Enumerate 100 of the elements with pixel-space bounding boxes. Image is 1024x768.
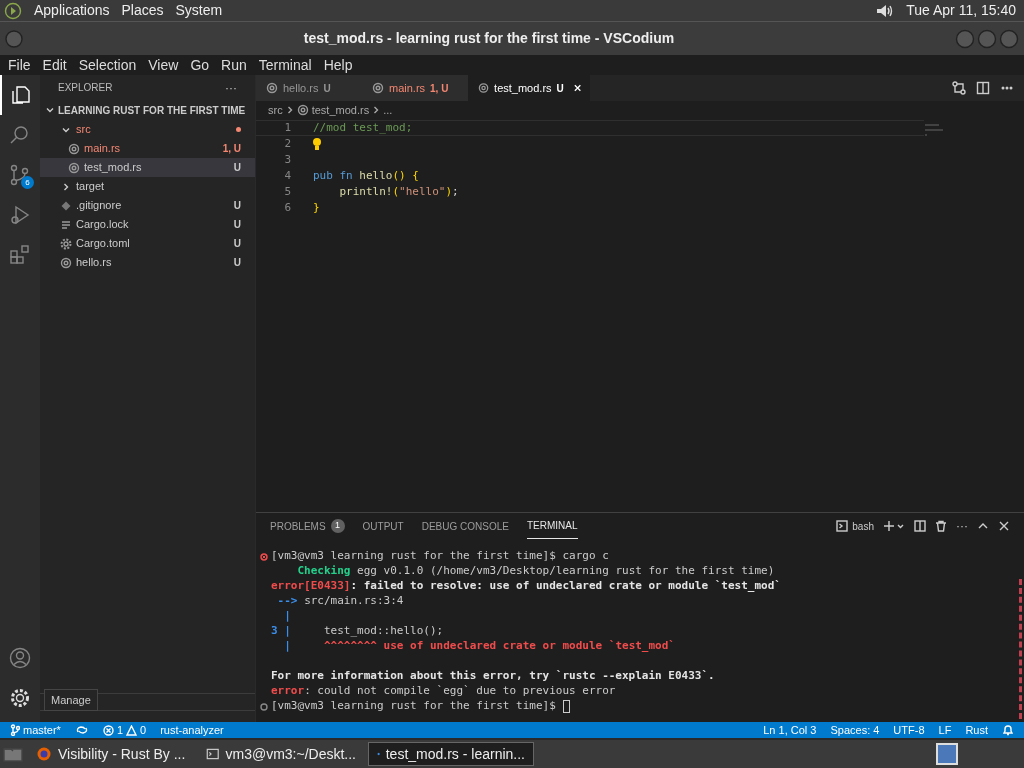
menu-item[interactable]: Terminal bbox=[258, 54, 312, 76]
file-icon bbox=[68, 142, 80, 155]
menu-item[interactable]: Edit bbox=[42, 54, 67, 76]
breadcrumb-item[interactable]: ... bbox=[383, 101, 393, 119]
split-editor-icon[interactable] bbox=[976, 81, 990, 95]
compare-changes-icon[interactable] bbox=[952, 81, 966, 95]
taskbar-button[interactable]: test_mod.rs - learnin... bbox=[368, 742, 534, 766]
folder-header[interactable]: LEARNING RUST FOR THE FIRST TIME bbox=[58, 102, 246, 118]
code-line: pub fn hello() { bbox=[313, 167, 419, 184]
terminal-line: | bbox=[283, 608, 291, 625]
branch-indicator[interactable]: master* bbox=[10, 721, 61, 739]
panel-menu[interactable]: Applications bbox=[34, 0, 110, 21]
status-item[interactable]: Rust bbox=[965, 721, 988, 739]
editor-tab[interactable]: test_mod.rs U bbox=[468, 75, 590, 101]
file-icon bbox=[60, 256, 72, 269]
more-actions-button[interactable]: ··· bbox=[225, 78, 237, 97]
account-icon[interactable] bbox=[9, 647, 31, 669]
lightbulb-icon[interactable] bbox=[313, 138, 321, 150]
file-icon bbox=[296, 104, 309, 116]
line-number: 5 bbox=[283, 183, 291, 200]
trash-icon[interactable] bbox=[935, 520, 947, 532]
file-icon bbox=[372, 82, 384, 94]
tree-item[interactable]: hello.rs U bbox=[40, 253, 255, 272]
line-number: 3 bbox=[283, 151, 291, 168]
count-badge: 6 bbox=[21, 176, 34, 189]
branch-icon bbox=[10, 724, 20, 736]
menu-item[interactable]: File bbox=[8, 54, 31, 76]
tree-item[interactable]: Cargo.toml U bbox=[40, 234, 255, 253]
workspace-switcher[interactable] bbox=[936, 743, 958, 765]
window-title: test_mod.rs - learning rust for the first time - VSCodium bbox=[302, 29, 676, 48]
status-item[interactable]: UTF-8 bbox=[893, 721, 925, 739]
panel-tab[interactable]: DEBUG CONSOLE bbox=[421, 513, 509, 539]
new-terminal-icon[interactable] bbox=[883, 520, 905, 532]
line-number: 1 bbox=[283, 119, 291, 136]
folder-item[interactable]: src bbox=[40, 120, 255, 139]
taskbar-button[interactable]: Visibility - Rust By ... bbox=[28, 742, 194, 766]
code-line: } bbox=[313, 199, 320, 216]
status-item[interactable]: Spaces: 4 bbox=[830, 721, 880, 739]
editor-tab[interactable]: main.rs 1, U bbox=[362, 75, 468, 101]
panel-tab[interactable]: PROBLEMS 1 bbox=[270, 513, 345, 539]
taskbar-button[interactable]: vm3@vm3:~/Deskt... bbox=[198, 742, 364, 766]
menu-item[interactable]: Run bbox=[221, 54, 247, 76]
code-line: //mod test_mod; bbox=[313, 119, 413, 136]
editor-tab[interactable]: hello.rs U bbox=[256, 75, 362, 101]
sidebar-title: EXPLORER bbox=[58, 81, 113, 95]
settings-icon[interactable] bbox=[9, 687, 31, 709]
terminal-line: | ^^^^^^^^ use of undeclared crate or module `test_mod` bbox=[283, 638, 675, 655]
panel-tab[interactable]: OUTPUT bbox=[362, 513, 404, 539]
file-icon bbox=[60, 218, 72, 231]
menu-item[interactable]: Help bbox=[323, 54, 353, 76]
tooltip: Manage bbox=[44, 688, 98, 711]
panel-menu[interactable]: Places bbox=[121, 0, 164, 21]
menu-item[interactable]: Go bbox=[190, 54, 210, 76]
terminal-line: 3 | test_mod::hello(); bbox=[271, 623, 444, 640]
chevron-right-icon bbox=[372, 105, 381, 115]
split-terminal-icon[interactable] bbox=[914, 520, 926, 532]
problems-indicator[interactable]: 1 0 bbox=[102, 721, 147, 739]
panel-tab[interactable]: TERMINAL bbox=[526, 513, 578, 539]
warning-icon bbox=[126, 724, 138, 736]
idle-marker-icon bbox=[259, 702, 268, 711]
line-number: 4 bbox=[283, 167, 291, 184]
error-icon bbox=[102, 724, 114, 736]
close-icon[interactable] bbox=[998, 520, 1010, 532]
terminal-selector[interactable]: bash bbox=[836, 518, 874, 534]
status-item[interactable]: Ln 1, Col 3 bbox=[763, 721, 817, 739]
terminal-line: [vm3@vm3 learning rust for the first time]$ cargo c bbox=[271, 548, 609, 565]
code-line: println!("hello"); bbox=[338, 183, 459, 200]
file-icon bbox=[60, 199, 72, 212]
chevron-right-icon bbox=[285, 105, 294, 115]
file-icon bbox=[478, 82, 490, 94]
terminal-line: error[E0433]: failed to resolve: use of undeclared crate or module `test_mod` bbox=[271, 578, 781, 595]
line-number: 2 bbox=[283, 135, 291, 152]
tree-item[interactable]: test_mod.rs U bbox=[40, 158, 255, 177]
menu-item[interactable]: Selection bbox=[78, 54, 137, 76]
terminal-line: Checking egg v0.1.0 (/home/vm3/Desktop/learning rust for the first time) bbox=[296, 563, 775, 580]
terminal-line: error: could not compile `egg` due to previous error bbox=[271, 683, 616, 700]
tree-item[interactable]: main.rs 1, U bbox=[40, 139, 255, 158]
terminal-line: For more information about this error, try `rustc --explain E0433`. bbox=[271, 668, 715, 685]
file-icon bbox=[60, 237, 72, 250]
tree-item[interactable]: Cargo.lock U bbox=[40, 215, 255, 234]
breadcrumb-item[interactable]: src bbox=[268, 101, 283, 119]
file-icon bbox=[68, 161, 80, 174]
folder-item[interactable]: target bbox=[40, 177, 255, 196]
files-icon[interactable] bbox=[9, 83, 33, 107]
status-item[interactable]: LF bbox=[938, 721, 952, 739]
more-actions-button[interactable]: ··· bbox=[956, 517, 968, 535]
notification-bell-icon[interactable] bbox=[1002, 724, 1014, 736]
terminal-line: --> src/main.rs:3:4 bbox=[276, 593, 404, 610]
close-icon[interactable] bbox=[572, 83, 582, 93]
line-number: 6 bbox=[283, 199, 291, 216]
error-marker-icon bbox=[259, 552, 268, 561]
tree-item[interactable]: .gitignore U bbox=[40, 196, 255, 215]
panel-menu[interactable]: System bbox=[175, 0, 223, 21]
breadcrumb-item[interactable]: test_mod.rs bbox=[311, 101, 370, 119]
extensions-icon[interactable] bbox=[8, 243, 32, 267]
menu-item[interactable]: View bbox=[148, 54, 179, 76]
clock[interactable]: Tue Apr 11, 15:40 bbox=[906, 0, 1020, 21]
terminal-line: [vm3@vm3 learning rust for the first time]$ bbox=[271, 698, 556, 715]
status-item[interactable]: rust-analyzer bbox=[160, 721, 224, 739]
sync-icon[interactable] bbox=[74, 724, 89, 736]
